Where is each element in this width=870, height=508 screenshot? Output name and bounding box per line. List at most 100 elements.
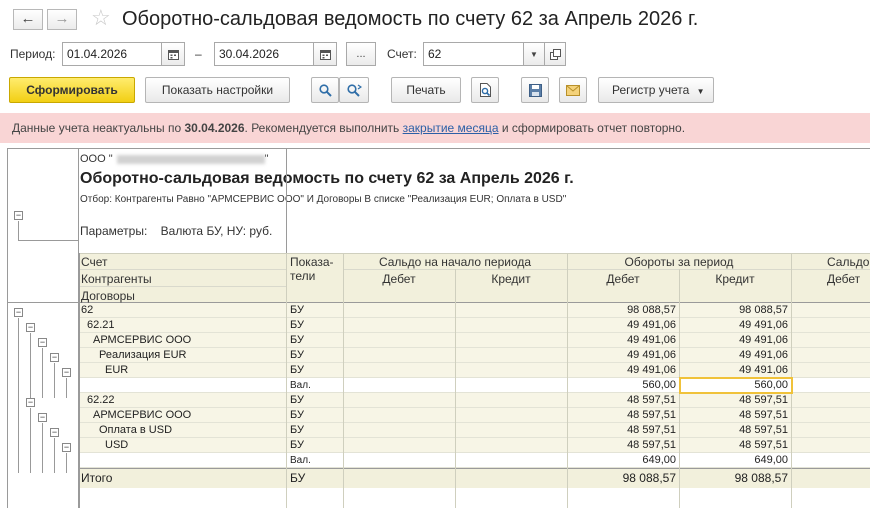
row-turnover-debit: 98 088,57 — [627, 304, 676, 316]
row-name: 62 — [81, 304, 94, 316]
date-from-calendar-button[interactable] — [161, 42, 185, 66]
print-preview-button[interactable] — [471, 77, 499, 103]
save-button[interactable] — [521, 77, 549, 103]
row-indicator: БУ — [290, 394, 304, 406]
row-name: Оплата в USD — [99, 424, 173, 436]
collapse-62-21-icon[interactable]: − — [26, 323, 35, 332]
row-turnover-debit: 48 597,51 — [627, 439, 676, 451]
row-indicator: БУ — [290, 334, 304, 346]
period-dash: – — [195, 47, 202, 61]
favorite-star-icon[interactable]: ☆ — [91, 6, 111, 30]
register-dropdown-button[interactable]: Регистр учета ▼ — [598, 77, 714, 103]
account-open-button[interactable] — [544, 42, 566, 66]
row-turnover-debit: 49 491,06 — [627, 364, 676, 376]
print-button[interactable]: Печать — [391, 77, 461, 103]
row-indicator: БУ — [290, 349, 304, 361]
row-turnover-debit: 49 491,06 — [627, 334, 676, 346]
search-next-icon — [346, 84, 362, 97]
row-turnover-debit: 48 597,51 — [627, 409, 676, 421]
organization-name: ООО " " — [80, 153, 269, 165]
header-turnover-credit: Кредит — [715, 272, 755, 286]
report-title: Оборотно-сальдовая ведомость по счету 62… — [80, 170, 574, 187]
row-turnover-debit: 560,00 — [642, 379, 676, 391]
period-label: Период: — [10, 47, 56, 61]
find-button[interactable] — [311, 77, 339, 103]
row-name: EUR — [105, 364, 129, 376]
row-turnover-credit: 48 597,51 — [739, 424, 788, 436]
report-parameters: Параметры: Валюта БУ, НУ: руб. — [80, 224, 273, 238]
date-to-calendar-button[interactable] — [313, 42, 337, 66]
calendar-icon — [167, 50, 179, 60]
find-next-button[interactable] — [339, 77, 369, 103]
row-turnover-credit: 48 597,51 — [739, 394, 788, 406]
header-counterparties: Контрагенты — [81, 272, 152, 286]
warning-prefix: Данные учета неактуальны по — [12, 121, 185, 135]
warning-banner: Данные учета неактуальны по 30.04.2026. … — [0, 113, 870, 143]
header-opening-credit: Кредит — [491, 272, 531, 286]
total-label: Итого — [81, 471, 113, 485]
row-indicator: БУ — [290, 364, 304, 376]
row-turnover-debit: 49 491,06 — [627, 349, 676, 361]
collapse-currency-eur-icon[interactable]: − — [62, 368, 71, 377]
date-to-field[interactable]: 30.04.2026 — [214, 42, 314, 66]
header-opening-balance: Сальдо на начало периода — [378, 255, 532, 269]
collapse-counterparty-2-icon[interactable]: − — [38, 413, 47, 422]
row-turnover-credit: 649,00 — [754, 454, 788, 466]
date-from-field[interactable]: 01.04.2026 — [62, 42, 162, 66]
header-turnover: Обороты за период — [624, 255, 734, 269]
calendar-icon — [319, 50, 331, 60]
header-closing-debit: Дебет — [827, 272, 861, 286]
search-icon — [318, 84, 332, 97]
header-indicators-1: Показа- — [290, 255, 334, 269]
row-indicator: БУ — [290, 439, 304, 451]
collapse-62-icon[interactable]: − — [14, 308, 23, 317]
report-sheet[interactable]: − ООО " " Оборотно-сальдовая ведомость по… — [7, 148, 870, 508]
collapse-contract-eur-icon[interactable]: − — [50, 353, 59, 362]
row-turnover-credit: 98 088,57 — [739, 304, 788, 316]
row-name — [81, 453, 281, 468]
row-indicator: БУ — [290, 304, 304, 316]
warning-suffix: и сформировать отчет повторно. — [498, 121, 686, 135]
send-email-button[interactable] — [559, 77, 587, 103]
generate-report-button[interactable]: Сформировать — [9, 77, 135, 103]
row-name: 62.22 — [87, 394, 115, 406]
collapse-currency-usd-icon[interactable]: − — [62, 443, 71, 452]
collapse-counterparty-1-icon[interactable]: − — [38, 338, 47, 347]
show-settings-button[interactable]: Показать настройки — [145, 77, 290, 103]
account-dropdown-button[interactable]: ▼ — [523, 42, 545, 66]
row-turnover-credit: 49 491,06 — [739, 319, 788, 331]
collapse-62-22-icon[interactable]: − — [26, 398, 35, 407]
collapse-header-icon[interactable]: − — [14, 211, 23, 220]
back-button[interactable]: ← — [13, 9, 43, 30]
arrow-left-icon: ← — [20, 10, 36, 27]
envelope-icon — [566, 85, 580, 96]
row-indicator: Вал. — [290, 455, 311, 466]
row-turnover-debit: 49 491,06 — [627, 319, 676, 331]
register-label: Регистр учета — [612, 83, 690, 97]
warning-middle: . Рекомендуется выполнить — [244, 121, 403, 135]
open-item-icon — [549, 49, 561, 60]
account-field[interactable]: 62 — [423, 42, 524, 66]
row-indicator: БУ — [290, 424, 304, 436]
total-indicator: БУ — [290, 471, 306, 485]
header-turnover-debit: Дебет — [606, 272, 640, 286]
total-turnover-credit: 98 088,57 — [734, 471, 788, 485]
dropdown-arrow-icon: ▼ — [530, 50, 538, 59]
account-label: Счет: — [387, 47, 417, 61]
collapse-contract-usd-icon[interactable]: − — [50, 428, 59, 437]
header-closing-balance: Сальдо — [827, 255, 870, 269]
forward-button[interactable]: → — [47, 9, 77, 30]
print-preview-icon — [479, 83, 491, 97]
header-indicators-2: тели — [290, 269, 316, 283]
select-period-button[interactable]: ... — [346, 42, 376, 66]
row-turnover-debit: 48 597,51 — [627, 424, 676, 436]
row-indicator: БУ — [290, 319, 304, 331]
row-name: 62.21 — [87, 319, 115, 331]
row-turnover-credit: 48 597,51 — [739, 409, 788, 421]
selected-cell[interactable] — [679, 377, 793, 394]
dropdown-arrow-icon: ▼ — [696, 87, 705, 96]
row-indicator: Вал. — [290, 380, 311, 391]
close-month-link[interactable]: закрытие месяца — [403, 121, 499, 135]
arrow-right-icon: → — [54, 10, 70, 27]
row-name: Реализация EUR — [99, 349, 187, 361]
